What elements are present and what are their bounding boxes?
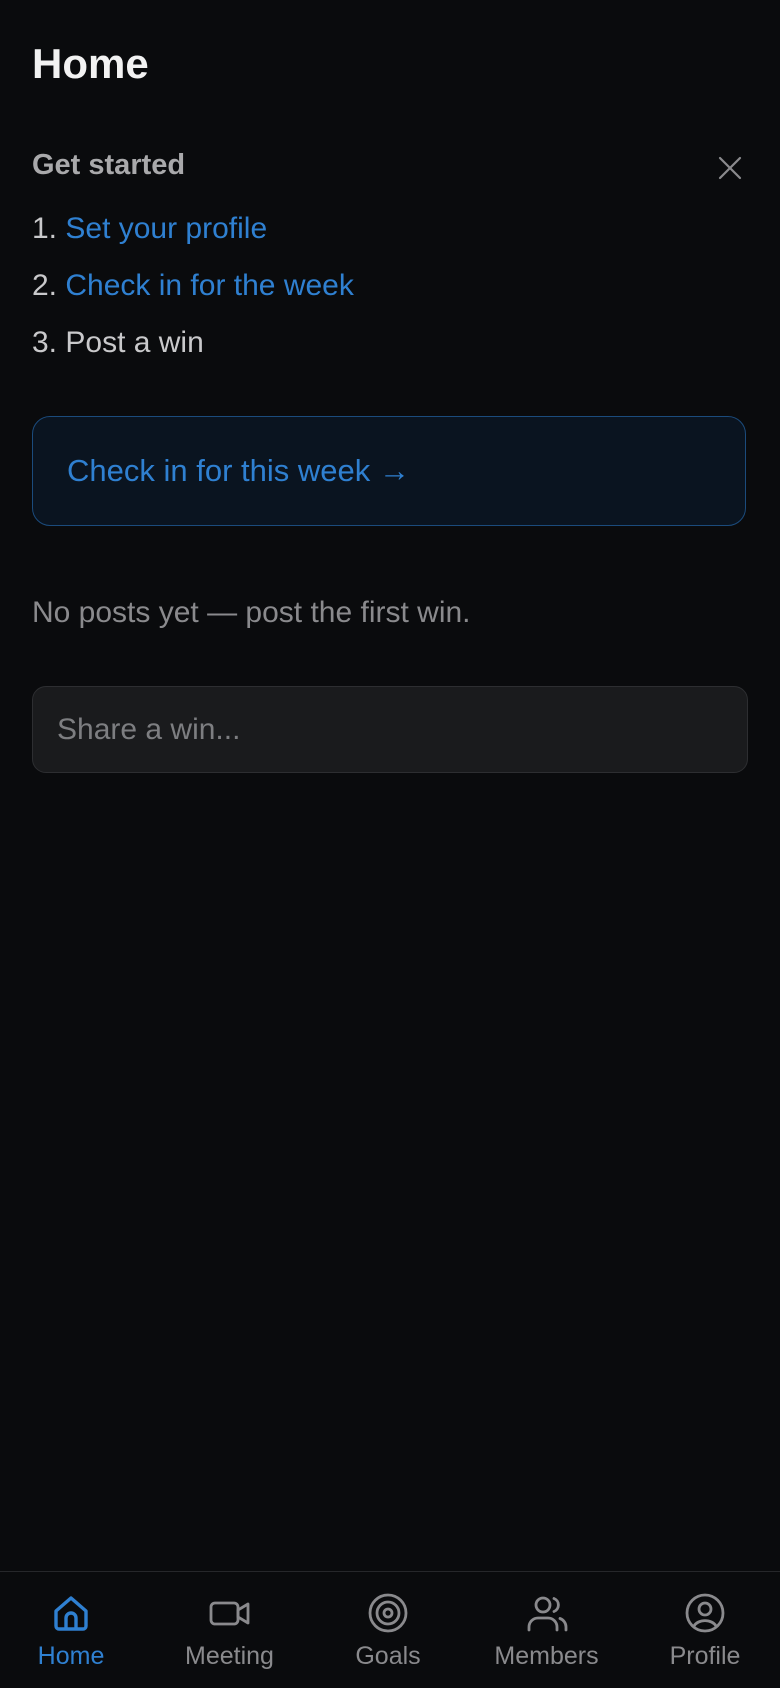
feed-empty-message: No posts yet — post the first win. — [32, 596, 471, 629]
target-icon — [365, 1590, 411, 1636]
step-number: 2. — [32, 269, 58, 302]
bottom-tab-bar: Home Meeting Goals Members Profile — [0, 1571, 780, 1688]
get-started-heading: Get started — [32, 149, 186, 181]
get-started-panel: Get started 1. Set your profile 2. Check… — [32, 140, 748, 371]
step-set-profile: 1. Set your profile — [32, 200, 748, 257]
share-win-input[interactable] — [32, 686, 748, 773]
page-title: Home — [32, 40, 149, 87]
users-icon — [524, 1590, 570, 1636]
step-check-in: 2. Check in for the week — [32, 257, 748, 314]
user-circle-icon — [682, 1590, 728, 1636]
tab-meeting[interactable]: Meeting — [175, 1572, 285, 1688]
dismiss-get-started-button[interactable] — [712, 150, 748, 186]
get-started-steps: 1. Set your profile 2. Check in for the … — [32, 200, 748, 371]
close-icon — [718, 156, 742, 180]
tab-members[interactable]: Members — [492, 1572, 602, 1688]
tab-goals[interactable]: Goals — [333, 1572, 443, 1688]
check-in-week-link[interactable]: Check in for the week — [65, 269, 353, 302]
tab-profile-label: Profile — [669, 1642, 741, 1670]
post-win-step-label: Post a win — [65, 326, 204, 359]
home-icon — [48, 1590, 94, 1636]
tab-profile[interactable]: Profile — [650, 1572, 760, 1688]
set-profile-link[interactable]: Set your profile — [65, 212, 267, 245]
step-number: 1. — [32, 212, 58, 245]
check-in-this-week-button[interactable]: Check in for this week → — [32, 416, 746, 526]
video-camera-icon — [207, 1590, 253, 1636]
step-post-win: 3. Post a win — [32, 314, 748, 371]
tab-goals-label: Goals — [355, 1642, 421, 1670]
tab-members-label: Members — [494, 1642, 599, 1670]
tab-home-label: Home — [37, 1642, 105, 1670]
step-number: 3. — [32, 326, 58, 359]
tab-home[interactable]: Home — [16, 1572, 126, 1688]
tab-meeting-label: Meeting — [185, 1642, 274, 1670]
check-in-label: Check in for this week → — [67, 453, 410, 488]
